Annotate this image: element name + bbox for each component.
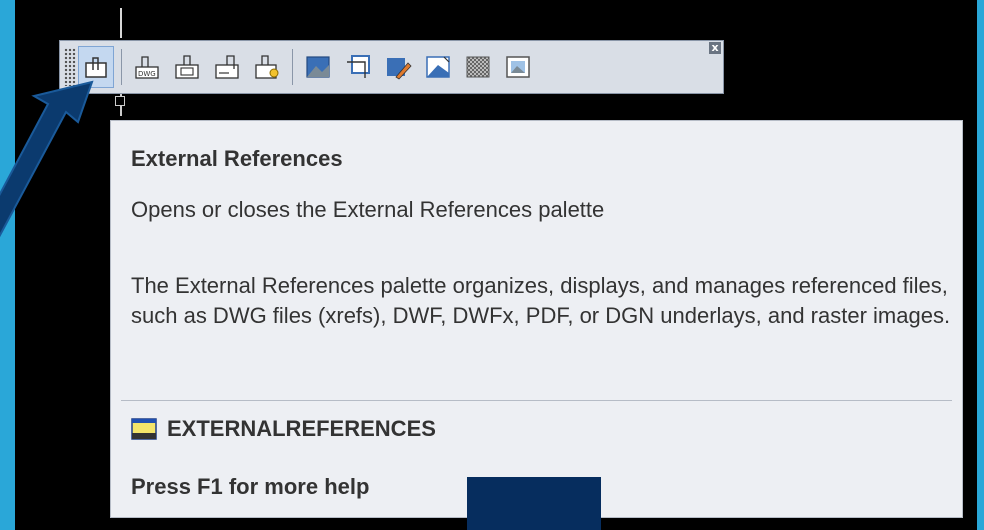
- svg-text:DWG: DWG: [138, 70, 156, 78]
- tooltip-panel: External References Opens or closes the …: [110, 120, 963, 518]
- pointer-arrow-icon: [0, 80, 94, 238]
- tooltip-divider: [121, 400, 952, 401]
- reference-settings-icon: [255, 55, 279, 79]
- tooltip-description: Opens or closes the External References …: [131, 197, 605, 222]
- image-attach-button[interactable]: [300, 46, 336, 88]
- image-frame-icon: [506, 56, 530, 78]
- attach-dwg-button[interactable]: DWG: [129, 46, 165, 88]
- clip-reference-button[interactable]: [209, 46, 245, 88]
- tooltip-title: External References: [131, 146, 343, 171]
- reference-toolbar: DWG x: [59, 40, 724, 94]
- reference-settings-button[interactable]: [249, 46, 285, 88]
- image-quality-button[interactable]: [420, 46, 456, 88]
- image-attach-icon: [306, 56, 330, 78]
- clip-reference-icon: [215, 55, 239, 79]
- image-adjust-icon: [387, 58, 412, 80]
- image-frame-button[interactable]: [500, 46, 536, 88]
- image-quality-icon: [426, 56, 450, 78]
- toolbar-close-button[interactable]: x: [709, 42, 721, 54]
- decorative-blue-block: [467, 477, 601, 530]
- attach-dwg-icon: DWG: [135, 56, 159, 79]
- tooltip-body: The External References palette organize…: [131, 273, 951, 328]
- image-transparency-button[interactable]: [460, 46, 496, 88]
- image-clip-button[interactable]: [340, 46, 376, 88]
- tooltip-command-name: EXTERNALREFERENCES: [167, 416, 436, 441]
- image-clip-icon: [347, 55, 370, 78]
- attach-reference-icon: [175, 55, 199, 79]
- command-window-icon: [131, 418, 157, 440]
- tooltip-help-text: Press F1 for more help: [131, 474, 370, 499]
- image-transparency-icon: [466, 56, 490, 78]
- image-adjust-button[interactable]: [380, 46, 416, 88]
- attach-reference-button[interactable]: [169, 46, 205, 88]
- toolbar-separator: [292, 49, 293, 85]
- tooltip-command-row: EXTERNALREFERENCES: [131, 416, 436, 442]
